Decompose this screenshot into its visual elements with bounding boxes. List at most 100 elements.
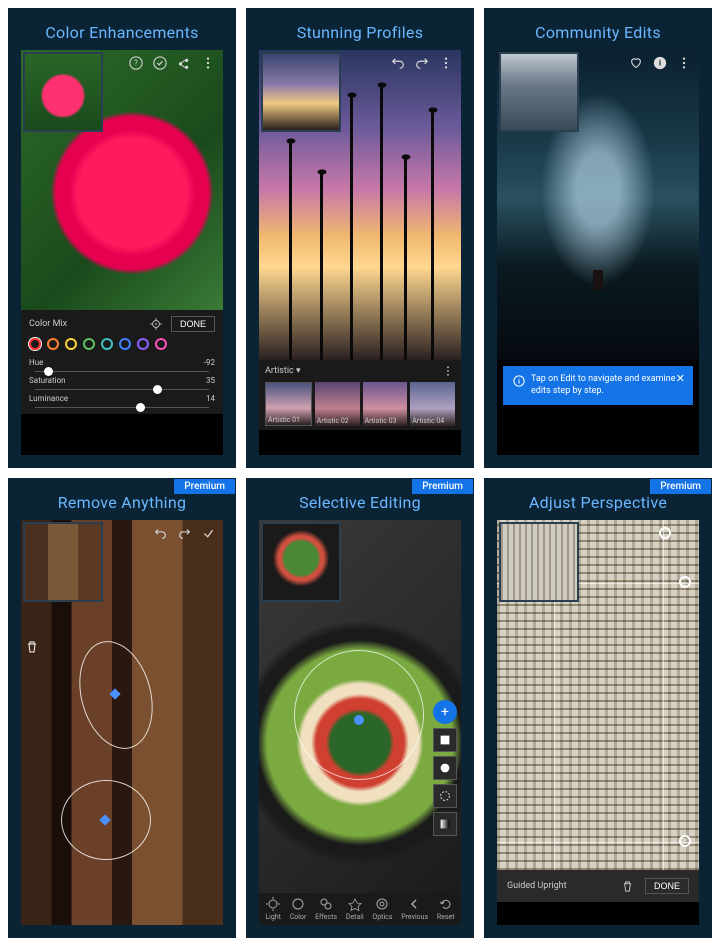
phone-screen: Guided Upright DONE xyxy=(497,520,699,925)
profile-thumb[interactable]: Artistic 04 xyxy=(410,382,455,426)
before-thumbnail[interactable] xyxy=(261,522,341,602)
done-button[interactable]: DONE xyxy=(171,316,215,332)
card-title: Stunning Profiles xyxy=(247,9,473,50)
card-community-edits: Community Edits i i Tap on Edit to navig… xyxy=(484,8,712,468)
before-thumbnail[interactable] xyxy=(499,522,579,602)
slider-label: Hue xyxy=(29,358,43,367)
guide-vertical[interactable] xyxy=(663,520,664,870)
feature-grid: Color Enhancements ? Color Mix DONE xyxy=(8,8,712,938)
before-thumbnail[interactable] xyxy=(499,52,579,132)
mask-tool[interactable] xyxy=(433,812,457,836)
phone-screen xyxy=(21,520,223,925)
top-toolbar xyxy=(153,526,215,540)
tool-previous[interactable]: Previous xyxy=(401,897,428,921)
share-icon[interactable] xyxy=(177,56,191,70)
mask-tool[interactable] xyxy=(433,756,457,780)
color-green[interactable] xyxy=(83,338,95,350)
card-title: Color Enhancements xyxy=(9,9,235,50)
card-selective-editing: Premium Selective Editing + Light Color … xyxy=(246,478,474,938)
top-toolbar xyxy=(391,56,453,70)
more-icon[interactable] xyxy=(441,364,455,378)
profile-thumb[interactable]: Artistic 01 xyxy=(265,382,312,426)
saturation-track[interactable] xyxy=(35,389,209,390)
luminance-track[interactable] xyxy=(35,407,209,408)
add-mask-button[interactable]: + xyxy=(433,700,457,724)
help-icon[interactable]: ? xyxy=(129,56,143,70)
color-blue[interactable] xyxy=(119,338,131,350)
color-orange[interactable] xyxy=(47,338,59,350)
svg-text:?: ? xyxy=(134,59,138,68)
mask-tools: + xyxy=(433,700,457,836)
check-icon[interactable] xyxy=(153,56,167,70)
slider-label: Luminance xyxy=(29,394,68,403)
color-aqua[interactable] xyxy=(101,338,113,350)
tool-optics[interactable]: Optics xyxy=(372,897,392,921)
redo-icon[interactable] xyxy=(177,526,191,540)
profile-thumb[interactable]: Artistic 03 xyxy=(363,382,408,426)
tool-light[interactable]: Light xyxy=(265,897,281,921)
more-icon[interactable] xyxy=(439,56,453,70)
undo-icon[interactable] xyxy=(391,56,405,70)
top-toolbar: ? xyxy=(129,56,215,70)
card-color-enhancements: Color Enhancements ? Color Mix DONE xyxy=(8,8,236,468)
before-thumbnail[interactable] xyxy=(261,52,341,132)
card-remove-anything: Premium Remove Anything xyxy=(8,478,236,938)
check-icon[interactable] xyxy=(201,526,215,540)
panel-label: Color Mix xyxy=(29,319,67,329)
close-icon[interactable]: ✕ xyxy=(676,372,685,385)
premium-badge: Premium xyxy=(174,479,235,494)
tool-effects[interactable]: Effects xyxy=(315,897,337,921)
phone-screen: + Light Color Effects Detail Optics Prev… xyxy=(259,520,461,925)
heart-icon[interactable] xyxy=(629,56,643,70)
perspective-bar: Guided Upright DONE xyxy=(497,870,699,902)
redo-icon[interactable] xyxy=(415,56,429,70)
profile-category[interactable]: Artistic ▾ xyxy=(265,366,301,376)
luminance-slider[interactable]: Luminance 14 xyxy=(29,394,215,403)
card-stunning-profiles: Stunning Profiles Artistic ▾ xyxy=(246,8,474,468)
profile-strip: Artistic ▾ Artistic 01 Artistic 02 Artis… xyxy=(259,360,461,430)
guide-handle[interactable] xyxy=(679,835,691,847)
info-icon[interactable]: i xyxy=(653,56,667,70)
card-title: Community Edits xyxy=(485,9,711,50)
side-tools xyxy=(25,640,39,654)
target-icon[interactable] xyxy=(149,317,163,331)
trash-icon[interactable] xyxy=(25,640,39,654)
profile-thumb[interactable]: Artistic 02 xyxy=(315,382,360,426)
guide-horizontal[interactable] xyxy=(497,842,699,843)
done-button[interactable]: DONE xyxy=(645,878,689,894)
selection-center[interactable] xyxy=(354,715,364,725)
before-thumbnail[interactable] xyxy=(23,522,103,602)
slider-value: -92 xyxy=(204,358,215,367)
color-red[interactable] xyxy=(29,338,41,350)
color-yellow[interactable] xyxy=(65,338,77,350)
tool-color[interactable]: Color xyxy=(290,897,307,921)
person-figure xyxy=(593,270,603,290)
before-thumbnail[interactable] xyxy=(23,52,103,132)
tip-banner: i Tap on Edit to navigate and examine ed… xyxy=(503,366,693,405)
mask-tool[interactable] xyxy=(433,728,457,752)
undo-icon[interactable] xyxy=(153,526,167,540)
phone-screen: ? Color Mix DONE xyxy=(21,50,223,455)
tool-detail[interactable]: Detail xyxy=(346,897,364,921)
top-toolbar: i xyxy=(629,56,691,70)
tool-reset[interactable]: Reset xyxy=(437,897,455,921)
hue-slider[interactable]: Hue -92 xyxy=(29,358,215,367)
guide-handle[interactable] xyxy=(679,576,691,588)
tip-text: Tap on Edit to navigate and examine edit… xyxy=(531,374,683,397)
hue-track[interactable] xyxy=(35,371,209,372)
more-icon[interactable] xyxy=(201,56,215,70)
guide-handle[interactable] xyxy=(659,527,671,539)
trash-icon[interactable] xyxy=(621,879,635,893)
perspective-mode[interactable]: Guided Upright xyxy=(507,881,567,891)
color-magenta[interactable] xyxy=(155,338,167,350)
phone-screen: Artistic ▾ Artistic 01 Artistic 02 Artis… xyxy=(259,50,461,455)
premium-badge: Premium xyxy=(650,479,711,494)
more-icon[interactable] xyxy=(677,56,691,70)
saturation-slider[interactable]: Saturation 35 xyxy=(29,376,215,385)
mask-tool[interactable] xyxy=(433,784,457,808)
info-icon: i xyxy=(513,374,525,388)
premium-badge: Premium xyxy=(412,479,473,494)
color-purple[interactable] xyxy=(137,338,149,350)
color-swatches xyxy=(29,338,215,350)
svg-text:i: i xyxy=(518,378,520,386)
